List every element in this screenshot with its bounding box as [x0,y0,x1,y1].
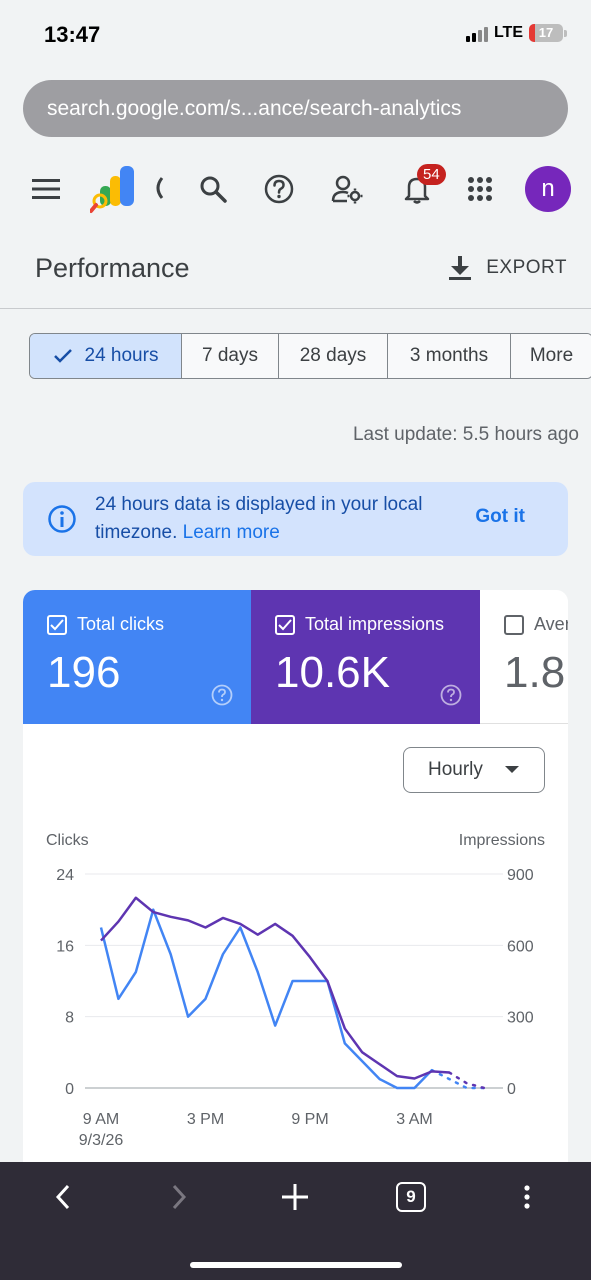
metric-label-row: Aver [504,614,568,635]
chip-label: 3 months [409,345,489,366]
performance-chart: Clicks Impressions 24 16 8 0 900 600 300 0 9 AM 3 P… [46,832,545,1149]
series-line-projected [448,1071,486,1090]
forward-icon[interactable] [154,1176,204,1218]
battery-level: 17 [538,25,554,40]
left-tick-label: 0 [65,1081,74,1098]
right-tick-label: 900 [507,867,534,884]
timezone-info-banner: 24 hours data is displayed in your local… [23,482,568,556]
url-bar[interactable]: search.google.com/s...ance/search-analyt… [23,80,568,137]
help-icon[interactable] [440,684,462,711]
user-settings-icon[interactable] [325,167,369,211]
metric-label: Total clicks [77,614,165,634]
search-icon[interactable] [191,167,235,211]
status-bar: 13:47 LTE 17 [0,0,591,70]
help-icon[interactable] [211,684,233,711]
x-tick-label: 3 AM [396,1111,432,1128]
export-button[interactable]: EXPORT [448,255,567,281]
chip-label: 28 days [299,345,367,366]
metric-value: 1.8 [504,648,566,697]
apps-grid-icon[interactable] [458,167,502,211]
search-console-logo[interactable] [90,166,164,213]
metric-label: Total impressions [305,614,445,634]
dropdown-arrow-icon [504,766,519,773]
chip-label: More [529,345,574,366]
chip-label: 7 days [202,345,258,366]
right-axis-title: Impressions [459,832,545,849]
browser-bottom-nav: 9 [0,1162,591,1280]
checkbox-checked-icon[interactable] [47,614,67,635]
tab-switcher-button[interactable]: 9 [386,1176,436,1218]
app-bar: 54 n [0,149,591,233]
chip-28-days[interactable]: 28 days [279,334,388,378]
metric-label: Aver [534,614,568,634]
notifications-icon[interactable]: 54 [395,164,446,211]
metric-label-row: Total clicks [47,614,164,635]
x-sublabel: 9/3/26 [79,1132,124,1149]
metric-label-row: Total impressions [275,614,444,635]
more-options-icon[interactable] [502,1176,552,1218]
series-line [100,896,450,1080]
chip-label: 24 hours [84,345,159,366]
granularity-dropdown[interactable]: Hourly [403,747,545,793]
menu-icon[interactable] [24,167,68,211]
help-icon[interactable] [257,167,301,211]
left-tick-label: 24 [56,867,74,884]
new-tab-icon[interactable] [270,1176,320,1218]
chip-24-hours[interactable]: 24 hours [30,334,182,378]
left-tick-label: 16 [56,938,74,955]
right-tick-label: 600 [507,938,534,955]
left-axis-title: Clicks [46,832,89,849]
performance-header: Performance EXPORT [0,233,591,309]
banner-message: 24 hours data is displayed in your local… [95,491,455,547]
chip-more[interactable]: More [511,334,591,378]
chip-7-days[interactable]: 7 days [182,334,279,378]
metric-value: 10.6K [275,648,390,697]
last-update-text: Last update: 5.5 hours ago [352,424,579,445]
learn-more-link[interactable]: Learn more [183,522,280,543]
battery-icon: 17 [529,24,563,42]
right-tick-label: 300 [507,1010,534,1027]
status-indicators: LTE 17 [465,24,567,42]
chip-3-months[interactable]: 3 months [388,334,511,378]
granularity-label: Hourly [428,759,483,780]
got-it-button[interactable]: Got it [475,506,525,528]
checkbox-unchecked-icon[interactable] [504,614,524,635]
network-type: LTE [493,24,523,41]
date-range-selector: 24 hours 7 days 28 days 3 months More [29,333,591,379]
avatar[interactable]: n [525,166,571,212]
x-tick-label: 3 PM [187,1111,224,1128]
left-tick-label: 8 [65,1010,74,1027]
back-icon[interactable] [38,1176,88,1218]
series-line [99,908,433,1090]
download-icon [449,256,472,280]
status-time: 13:47 [44,22,101,47]
performance-card: Total clicks 196 Total impressions 10.6K… [23,590,568,1180]
right-tick-label: 0 [507,1081,516,1098]
metric-average[interactable]: Aver 1.8 [480,590,568,724]
checkbox-checked-icon[interactable] [275,614,295,635]
notification-badge: 54 [417,164,446,185]
export-label: EXPORT [486,257,567,278]
x-tick-label: 9 PM [291,1111,328,1128]
signal-icon [465,24,488,42]
home-indicator [190,1262,402,1268]
x-tick-label: 9 AM [83,1111,119,1128]
page-title: Performance [35,253,190,283]
metric-total-impressions[interactable]: Total impressions 10.6K [251,590,480,724]
battery-tip [564,29,567,37]
checkmark-icon [53,349,72,363]
info-icon [47,504,77,539]
tab-count: 9 [396,1182,426,1212]
metric-total-clicks[interactable]: Total clicks 196 [23,590,251,724]
metric-value: 196 [47,648,121,697]
